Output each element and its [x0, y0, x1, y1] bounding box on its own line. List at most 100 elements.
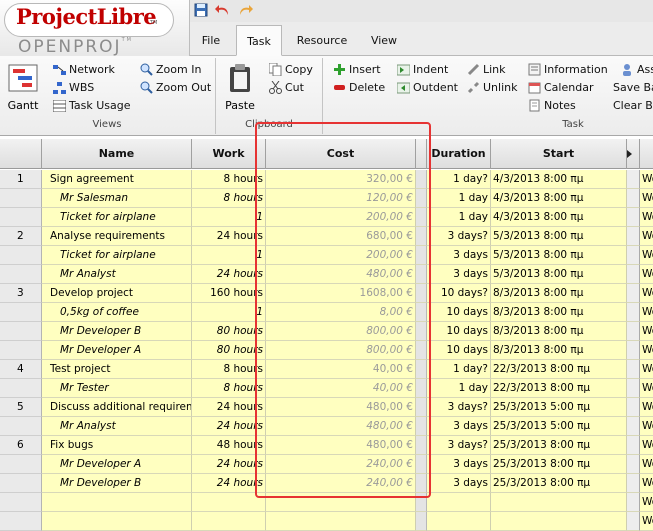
- row-id[interactable]: [0, 208, 42, 227]
- calendar-value[interactable]: Wo: [640, 303, 653, 322]
- table-row[interactable]: 3 Develop project 160 hours 1608,00 € 10 day…: [0, 284, 653, 303]
- calendar-value[interactable]: Wo: [640, 284, 653, 303]
- start-value[interactable]: 22/3/2013 8:00 πμ: [491, 379, 627, 398]
- start-value[interactable]: 5/3/2013 8:00 πμ: [491, 265, 627, 284]
- tab-file[interactable]: File: [192, 25, 230, 56]
- duration-value[interactable]: 3 days?: [427, 436, 491, 455]
- header-work[interactable]: Work: [192, 139, 266, 169]
- calendar-value[interactable]: Wo: [640, 208, 653, 227]
- redo-icon[interactable]: [236, 1, 254, 19]
- calendar-value[interactable]: Wo: [640, 360, 653, 379]
- table-row[interactable]: Mr Salesman 8 hours 120,00 € 1 day 4/3/2013 …: [0, 189, 653, 208]
- cost-value[interactable]: 1608,00 €: [266, 284, 416, 303]
- table-row[interactable]: Mr Analyst 24 hours 480,00 € 3 days 5/3/2013…: [0, 265, 653, 284]
- unlink-button[interactable]: Unlink: [466, 79, 517, 96]
- row-id[interactable]: [0, 303, 42, 322]
- insert-button[interactable]: Insert: [332, 61, 381, 78]
- table-row[interactable]: 6 Fix bugs 48 hours 480,00 € 3 days? 25/3/201…: [0, 436, 653, 455]
- calendar-value[interactable]: Wo: [640, 379, 653, 398]
- header-name[interactable]: Name: [42, 139, 192, 169]
- assign-button[interactable]: Assi: [620, 61, 653, 78]
- table-row[interactable]: Ticket for airplane 1 200,00 € 3 days 5/3/20…: [0, 246, 653, 265]
- table-row[interactable]: Wo: [0, 493, 653, 512]
- row-id[interactable]: 3: [0, 284, 42, 303]
- row-id[interactable]: [0, 341, 42, 360]
- start-value[interactable]: 8/3/2013 8:00 πμ: [491, 322, 627, 341]
- start-value[interactable]: 22/3/2013 8:00 πμ: [491, 360, 627, 379]
- start-value[interactable]: 8/3/2013 8:00 πμ: [491, 303, 627, 322]
- start-value[interactable]: 25/3/2013 5:00 πμ: [491, 398, 627, 417]
- calendar-value[interactable]: Wo: [640, 246, 653, 265]
- duration-value[interactable]: 3 days: [427, 455, 491, 474]
- task-name[interactable]: Develop project: [42, 284, 192, 303]
- start-value[interactable]: 8/3/2013 8:00 πμ: [491, 284, 627, 303]
- save-icon[interactable]: [192, 1, 210, 19]
- cost-value[interactable]: [266, 493, 416, 512]
- zoom-out-button[interactable]: Zoom Out: [139, 79, 211, 96]
- gantt-button[interactable]: Gantt: [4, 64, 42, 112]
- header-cost[interactable]: Cost: [266, 139, 416, 169]
- work-value[interactable]: 1: [192, 246, 266, 265]
- work-value[interactable]: 24 hours: [192, 398, 266, 417]
- start-value[interactable]: 25/3/2013 8:00 πμ: [491, 474, 627, 493]
- row-id[interactable]: 4: [0, 360, 42, 379]
- start-value[interactable]: [491, 493, 627, 512]
- cost-value[interactable]: 800,00 €: [266, 341, 416, 360]
- task-name[interactable]: Mr Analyst: [42, 417, 192, 436]
- work-value[interactable]: 1: [192, 208, 266, 227]
- row-id[interactable]: [0, 246, 42, 265]
- work-value[interactable]: [192, 493, 266, 512]
- cost-value[interactable]: 680,00 €: [266, 227, 416, 246]
- duration-value[interactable]: 3 days?: [427, 227, 491, 246]
- delete-button[interactable]: Delete: [332, 79, 385, 96]
- row-id[interactable]: 2: [0, 227, 42, 246]
- task-name[interactable]: Discuss additional requiremer: [42, 398, 192, 417]
- calendar-value[interactable]: Wo: [640, 398, 653, 417]
- tab-view[interactable]: View: [366, 25, 402, 56]
- work-value[interactable]: 24 hours: [192, 227, 266, 246]
- row-id[interactable]: [0, 189, 42, 208]
- cost-value[interactable]: 480,00 €: [266, 417, 416, 436]
- cost-value[interactable]: 200,00 €: [266, 246, 416, 265]
- duration-value[interactable]: 3 days?: [427, 398, 491, 417]
- work-value[interactable]: 80 hours: [192, 341, 266, 360]
- table-row[interactable]: 0,5kg of coffee 1 8,00 € 10 days 8/3/2013 8:…: [0, 303, 653, 322]
- cost-value[interactable]: 200,00 €: [266, 208, 416, 227]
- paste-button[interactable]: Paste: [222, 63, 258, 112]
- outdent-button[interactable]: Outdent: [396, 79, 458, 96]
- start-value[interactable]: 25/3/2013 8:00 πμ: [491, 436, 627, 455]
- task-usage-button[interactable]: Task Usage: [52, 97, 131, 114]
- start-value[interactable]: 25/3/2013 8:00 πμ: [491, 455, 627, 474]
- row-id[interactable]: 6: [0, 436, 42, 455]
- network-button[interactable]: Network: [52, 61, 115, 78]
- calendar-value[interactable]: Wo: [640, 322, 653, 341]
- task-name[interactable]: Mr Analyst: [42, 265, 192, 284]
- cost-value[interactable]: 8,00 €: [266, 303, 416, 322]
- indent-button[interactable]: Indent: [396, 61, 448, 78]
- task-name[interactable]: Ticket for airplane: [42, 208, 192, 227]
- task-name[interactable]: Mr Salesman: [42, 189, 192, 208]
- calendar-value[interactable]: Wo: [640, 474, 653, 493]
- duration-value[interactable]: 3 days: [427, 474, 491, 493]
- save-baseline-button[interactable]: Save Ba: [613, 79, 653, 96]
- task-name[interactable]: Mr Developer B: [42, 474, 192, 493]
- duration-value[interactable]: 10 days: [427, 322, 491, 341]
- start-value[interactable]: 5/3/2013 8:00 πμ: [491, 227, 627, 246]
- work-value[interactable]: 8 hours: [192, 379, 266, 398]
- calendar-value[interactable]: Wo: [640, 227, 653, 246]
- table-row[interactable]: 5 Discuss additional requiremer 24 hours 48…: [0, 398, 653, 417]
- task-name[interactable]: Mr Developer A: [42, 455, 192, 474]
- cut-button[interactable]: Cut: [268, 79, 304, 96]
- cost-value[interactable]: 480,00 €: [266, 436, 416, 455]
- cost-value[interactable]: 120,00 €: [266, 189, 416, 208]
- task-name[interactable]: Mr Developer A: [42, 341, 192, 360]
- notes-button[interactable]: Notes: [527, 97, 576, 114]
- wbs-button[interactable]: WBS: [52, 79, 94, 96]
- table-row[interactable]: Mr Developer A 80 hours 800,00 € 10 days 8/3…: [0, 341, 653, 360]
- work-value[interactable]: 8 hours: [192, 360, 266, 379]
- calendar-value[interactable]: Wo: [640, 189, 653, 208]
- calendar-value[interactable]: Wo: [640, 493, 653, 512]
- header-start[interactable]: Start: [491, 139, 627, 169]
- calendar-button[interactable]: Calendar: [527, 79, 593, 96]
- task-name[interactable]: Mr Tester: [42, 379, 192, 398]
